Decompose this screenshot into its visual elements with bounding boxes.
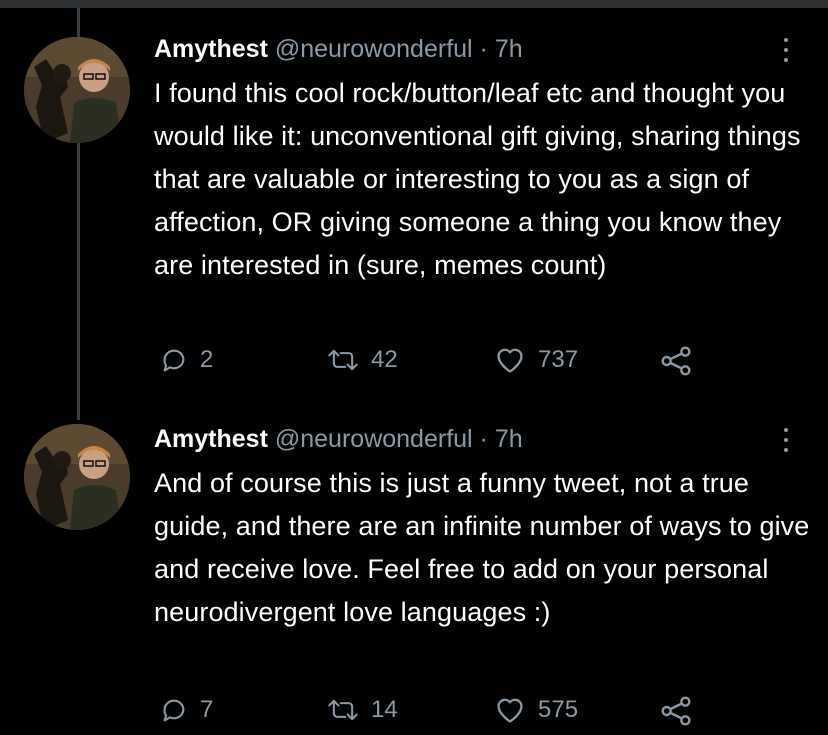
reply-count: 2 (200, 346, 214, 373)
tweet-text: I found this cool rock/button/leaf etc a… (154, 78, 801, 280)
share-button[interactable] (660, 696, 692, 726)
retweet-button[interactable]: 14 (327, 696, 398, 724)
reply-button[interactable]: 7 (160, 696, 213, 724)
avatar[interactable] (24, 37, 130, 143)
author-handle[interactable]: @neurowonderful (275, 425, 473, 453)
like-count: 575 (538, 696, 579, 723)
tweet[interactable]: Amythest @neurowonderful · 7h And of cou… (0, 420, 828, 735)
share-icon (661, 696, 691, 726)
like-button[interactable]: 737 (494, 346, 578, 374)
retweet-count: 14 (371, 696, 398, 723)
share-icon (661, 346, 691, 376)
author-name[interactable]: Amythest (154, 425, 268, 453)
retweet-icon (328, 699, 358, 721)
retweet-button[interactable]: 42 (327, 346, 398, 374)
share-button[interactable] (660, 346, 692, 376)
heart-icon (497, 698, 523, 723)
reply-count: 7 (200, 696, 214, 723)
tweet-header: Amythest @neurowonderful · 7h (154, 424, 523, 454)
retweet-icon (328, 349, 358, 371)
separator: · (479, 425, 488, 453)
reply-icon (163, 699, 185, 722)
timestamp[interactable]: 7h (495, 35, 523, 63)
more-vertical-icon[interactable] (778, 426, 794, 456)
tweet-text: And of course this is just a funny tweet… (154, 468, 810, 627)
separator: · (479, 35, 488, 63)
tweet[interactable]: Amythest @neurowonderful · 7h I found th… (0, 0, 828, 420)
reply-button[interactable]: 2 (160, 346, 213, 374)
reply-icon (163, 349, 185, 372)
author-handle[interactable]: @neurowonderful (275, 35, 473, 63)
retweet-count: 42 (371, 346, 398, 373)
like-button[interactable]: 575 (494, 696, 578, 724)
more-vertical-icon[interactable] (778, 36, 794, 66)
timestamp[interactable]: 7h (495, 425, 523, 453)
like-count: 737 (538, 346, 579, 373)
author-name[interactable]: Amythest (154, 35, 268, 63)
heart-icon (497, 348, 523, 373)
avatar[interactable] (24, 424, 130, 530)
tweet-header: Amythest @neurowonderful · 7h (154, 34, 523, 64)
